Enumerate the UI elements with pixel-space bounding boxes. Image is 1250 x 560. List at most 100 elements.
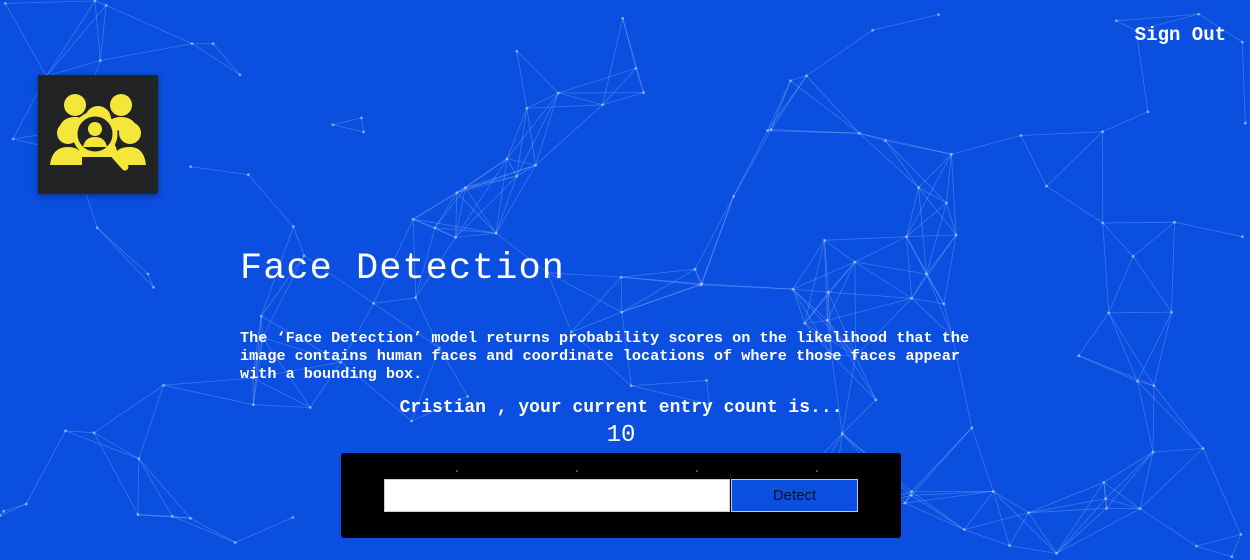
network-line [1046,185,1104,224]
network-line [1102,222,1134,257]
network-node [1136,379,1139,383]
network-line [495,175,518,234]
network-line [622,18,637,69]
network-line [911,491,965,530]
network-line [854,261,912,299]
network-line [824,240,828,321]
network-line [94,0,101,61]
network-node [601,103,604,107]
network-line [872,14,939,31]
network-line [464,187,497,234]
network-node [24,502,28,506]
network-node [411,217,415,221]
network-line [413,218,497,234]
network-line [1196,534,1242,547]
network-node [414,296,418,300]
network-line [1056,482,1105,554]
network-line [1196,545,1233,558]
network-node [945,201,948,205]
network-line [4,3,47,77]
network-line [373,297,416,304]
network-line [138,458,191,519]
network-node [1170,310,1173,314]
network-line [413,218,436,229]
network-node [871,28,874,32]
network-line [620,277,623,313]
network-node [942,302,946,306]
network-line [1102,222,1110,313]
network-line [506,158,536,166]
network-line [571,276,622,333]
network-line [828,291,912,299]
network-node [146,272,150,276]
network-node [1105,506,1108,510]
network-line [93,384,164,434]
network-node [1201,447,1205,450]
network-node [3,2,7,5]
network-line [3,503,27,512]
network-node [259,314,263,318]
network-line [5,0,96,4]
network-line [906,202,947,238]
network-line [1105,498,1141,510]
network-node [621,16,625,20]
sign-out-link[interactable]: Sign Out [1135,24,1226,46]
network-node [1131,255,1135,258]
network-line [138,458,173,517]
network-node [1027,511,1030,515]
network-line [694,269,703,284]
network-line [25,430,66,505]
network-line [1020,131,1103,136]
network-line [911,234,957,299]
detect-button[interactable]: Detect [731,479,858,512]
network-line [212,43,241,76]
network-line [412,192,458,220]
network-node [162,383,165,387]
network-node [556,91,560,95]
network-line [1020,135,1047,187]
network-line [247,174,294,227]
network-line [147,273,154,288]
network-line [951,135,1022,155]
network-line [1056,498,1106,554]
network-line [926,234,957,275]
network-line [190,517,236,543]
network-line [827,297,912,321]
network-node [825,319,829,322]
network-line [96,227,154,288]
network-line [1137,381,1204,449]
network-node [64,429,67,433]
network-node [917,186,920,190]
entry-count-message: Cristian , your current entry count is..… [399,398,843,418]
network-line [859,132,952,155]
network-node [1240,40,1244,44]
network-line [1171,222,1175,313]
network-line [1202,448,1242,535]
network-node [534,163,537,167]
network-line [495,158,508,234]
network-line [45,5,107,77]
decorative-dot [576,470,578,472]
network-line [172,515,236,543]
network-line [910,494,965,530]
decorative-dot [456,470,458,472]
image-url-input[interactable] [384,479,730,512]
network-node [1104,497,1108,501]
network-line [1108,256,1134,314]
network-node [152,285,155,289]
network-node [925,272,928,276]
network-node [455,191,459,195]
network-node [360,116,363,120]
network-line [94,0,107,6]
network-line [1231,534,1242,557]
network-node [494,231,498,235]
network-node [95,226,99,230]
network-line [602,18,624,105]
network-node [634,67,638,70]
face-search-icon [50,93,146,170]
network-node [190,42,194,45]
network-line [1106,451,1154,509]
network-line [824,236,907,241]
network-node [693,267,697,271]
network-line [602,92,644,106]
